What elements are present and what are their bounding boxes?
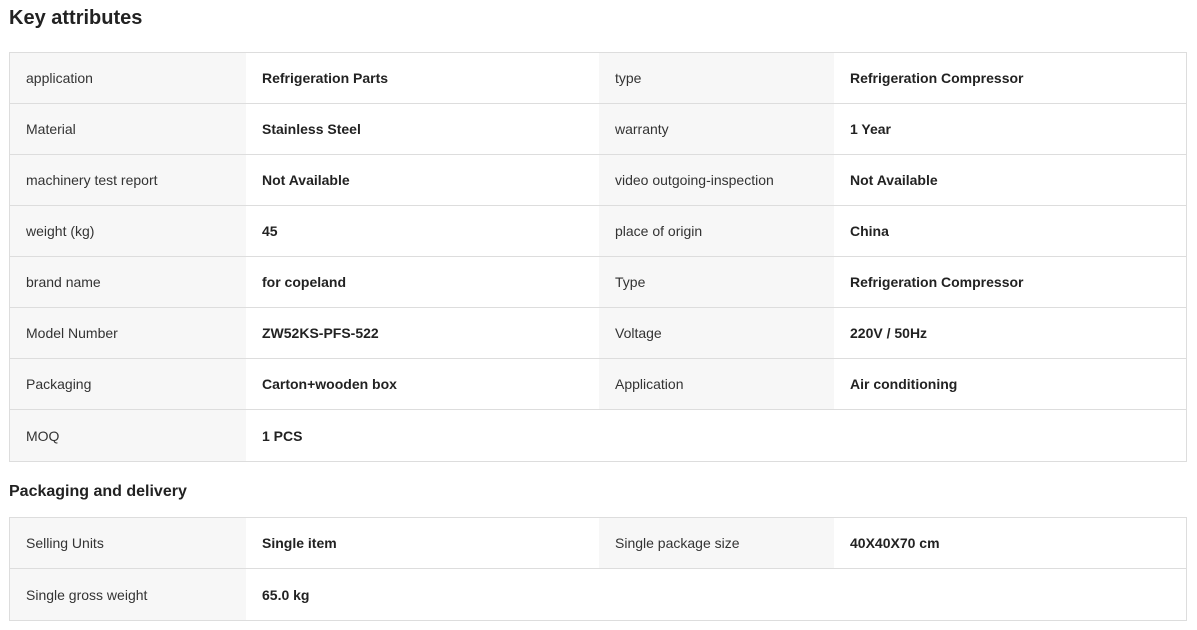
attribute-label: type — [599, 53, 834, 103]
attribute-label: warranty — [599, 104, 834, 154]
attribute-value: Refrigeration Compressor — [834, 257, 1186, 307]
attribute-label: Single gross weight — [10, 569, 246, 620]
attribute-value: Refrigeration Compressor — [834, 53, 1186, 103]
attribute-label: weight (kg) — [10, 206, 246, 256]
attribute-label: Single package size — [599, 518, 834, 568]
attribute-label: Voltage — [599, 308, 834, 358]
attribute-value: Stainless Steel — [246, 104, 599, 154]
table-row: application Refrigeration Parts type Ref… — [10, 53, 1186, 104]
attribute-label: Packaging — [10, 359, 246, 409]
attribute-label: machinery test report — [10, 155, 246, 205]
empty-cell — [599, 569, 834, 620]
product-attributes-page: Key attributes application Refrigeration… — [0, 0, 1197, 630]
attribute-label: Application — [599, 359, 834, 409]
attribute-value: ZW52KS-PFS-522 — [246, 308, 599, 358]
attribute-value: Single item — [246, 518, 599, 568]
table-row: brand name for copeland Type Refrigerati… — [10, 257, 1186, 308]
attribute-value: Air conditioning — [834, 359, 1186, 409]
attribute-value: Not Available — [246, 155, 599, 205]
attribute-label: Selling Units — [10, 518, 246, 568]
attribute-value: 65.0 kg — [246, 569, 599, 620]
packaging-delivery-table: Selling Units Single item Single package… — [9, 517, 1187, 621]
attribute-label: video outgoing-inspection — [599, 155, 834, 205]
empty-cell — [834, 569, 1186, 620]
table-row: Single gross weight 65.0 kg — [10, 569, 1186, 620]
attribute-value: for copeland — [246, 257, 599, 307]
attribute-value: Refrigeration Parts — [246, 53, 599, 103]
attribute-label: application — [10, 53, 246, 103]
key-attributes-table: application Refrigeration Parts type Ref… — [9, 52, 1187, 462]
empty-cell — [834, 410, 1186, 461]
packaging-delivery-title: Packaging and delivery — [9, 483, 187, 500]
table-row: Material Stainless Steel warranty 1 Year — [10, 104, 1186, 155]
attribute-value: 220V / 50Hz — [834, 308, 1186, 358]
attribute-value: 1 PCS — [246, 410, 599, 461]
attribute-value: China — [834, 206, 1186, 256]
table-row: Packaging Carton+wooden box Application … — [10, 359, 1186, 410]
attribute-label: place of origin — [599, 206, 834, 256]
attribute-value: Carton+wooden box — [246, 359, 599, 409]
attribute-value: 1 Year — [834, 104, 1186, 154]
table-row: machinery test report Not Available vide… — [10, 155, 1186, 206]
attribute-label: MOQ — [10, 410, 246, 461]
table-row: MOQ 1 PCS — [10, 410, 1186, 461]
table-row: weight (kg) 45 place of origin China — [10, 206, 1186, 257]
table-row: Selling Units Single item Single package… — [10, 518, 1186, 569]
attribute-value: 45 — [246, 206, 599, 256]
attribute-value: Not Available — [834, 155, 1186, 205]
empty-cell — [599, 410, 834, 461]
attribute-label: brand name — [10, 257, 246, 307]
attribute-label: Type — [599, 257, 834, 307]
attribute-label: Material — [10, 104, 246, 154]
attribute-value: 40X40X70 cm — [834, 518, 1186, 568]
key-attributes-title: Key attributes — [9, 7, 143, 29]
table-row: Model Number ZW52KS-PFS-522 Voltage 220V… — [10, 308, 1186, 359]
attribute-label: Model Number — [10, 308, 246, 358]
